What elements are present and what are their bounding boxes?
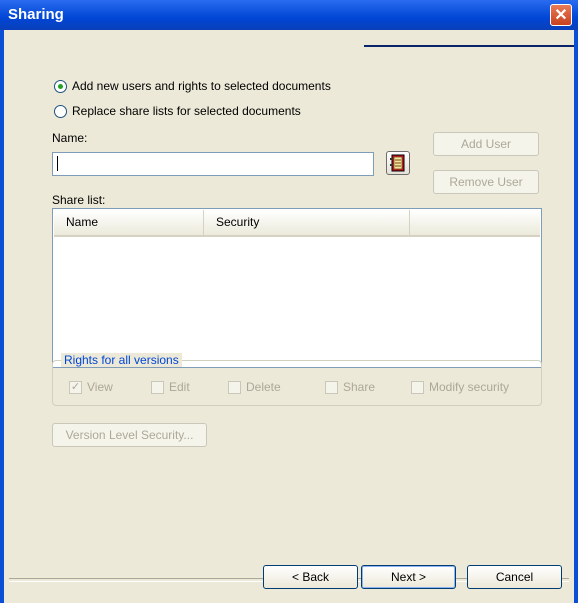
add-user-button[interactable]: Add User — [433, 132, 539, 156]
radio-button[interactable] — [54, 104, 67, 118]
checkbox-edit-label: Edit — [169, 380, 190, 394]
rights-groupbox: Rights for all versions ✓ View Edit Dele… — [52, 353, 542, 406]
radio-replace-lists[interactable]: Replace share lists for selected documen… — [54, 104, 301, 118]
sharing-dialog: Sharing ✕ Add new users and rights to se… — [0, 0, 578, 603]
checkbox[interactable] — [411, 380, 424, 394]
checkbox[interactable] — [325, 380, 338, 394]
radio-selected-dot — [58, 83, 63, 89]
column-header-name[interactable]: Name — [54, 210, 204, 235]
header-divider — [364, 45, 574, 47]
checkbox[interactable]: ✓ — [69, 380, 82, 394]
title-bar[interactable]: Sharing ✕ — [0, 0, 578, 30]
remove-user-button[interactable]: Remove User — [433, 170, 539, 194]
address-book-icon — [390, 154, 405, 172]
radio-button[interactable] — [54, 79, 67, 93]
back-button[interactable]: < Back — [263, 565, 358, 589]
radio-add-users[interactable]: Add new users and rights to selected doc… — [54, 79, 331, 93]
checkbox-share[interactable]: Share — [325, 380, 375, 394]
text-caret — [57, 156, 58, 171]
close-button[interactable]: ✕ — [550, 4, 572, 26]
address-book-button[interactable] — [386, 151, 410, 175]
close-icon: ✕ — [554, 7, 568, 24]
checkbox[interactable] — [151, 380, 164, 394]
radio-add-users-label: Add new users and rights to selected doc… — [72, 79, 331, 93]
checkbox[interactable] — [228, 380, 241, 394]
checkbox-view-label: View — [87, 380, 113, 394]
share-list-label: Share list: — [52, 193, 106, 207]
checkbox-delete[interactable]: Delete — [228, 380, 281, 394]
checkbox-delete-label: Delete — [246, 380, 281, 394]
column-header-security[interactable]: Security — [204, 210, 410, 235]
version-level-security-button[interactable]: Version Level Security... — [52, 423, 207, 447]
name-input[interactable] — [52, 152, 374, 176]
checkbox-modify-security-label: Modify security — [429, 380, 510, 394]
share-list[interactable]: Name Security — [52, 208, 542, 368]
checkbox-share-label: Share — [343, 380, 376, 394]
checkbox-view[interactable]: ✓ View — [69, 380, 113, 394]
window-title: Sharing — [8, 6, 64, 23]
cancel-button[interactable]: Cancel — [467, 565, 562, 589]
rights-group-title: Rights for all versions — [61, 353, 182, 367]
name-label: Name: — [52, 131, 88, 145]
dialog-body: Add new users and rights to selected doc… — [4, 30, 574, 603]
checkbox-modify-security[interactable]: Modify security — [411, 380, 509, 394]
next-button[interactable]: Next > — [361, 565, 456, 589]
checkbox-edit[interactable]: Edit — [151, 380, 190, 394]
radio-replace-lists-label: Replace share lists for selected documen… — [72, 104, 301, 118]
column-header-blank — [410, 210, 540, 235]
share-list-header: Name Security — [54, 210, 540, 237]
